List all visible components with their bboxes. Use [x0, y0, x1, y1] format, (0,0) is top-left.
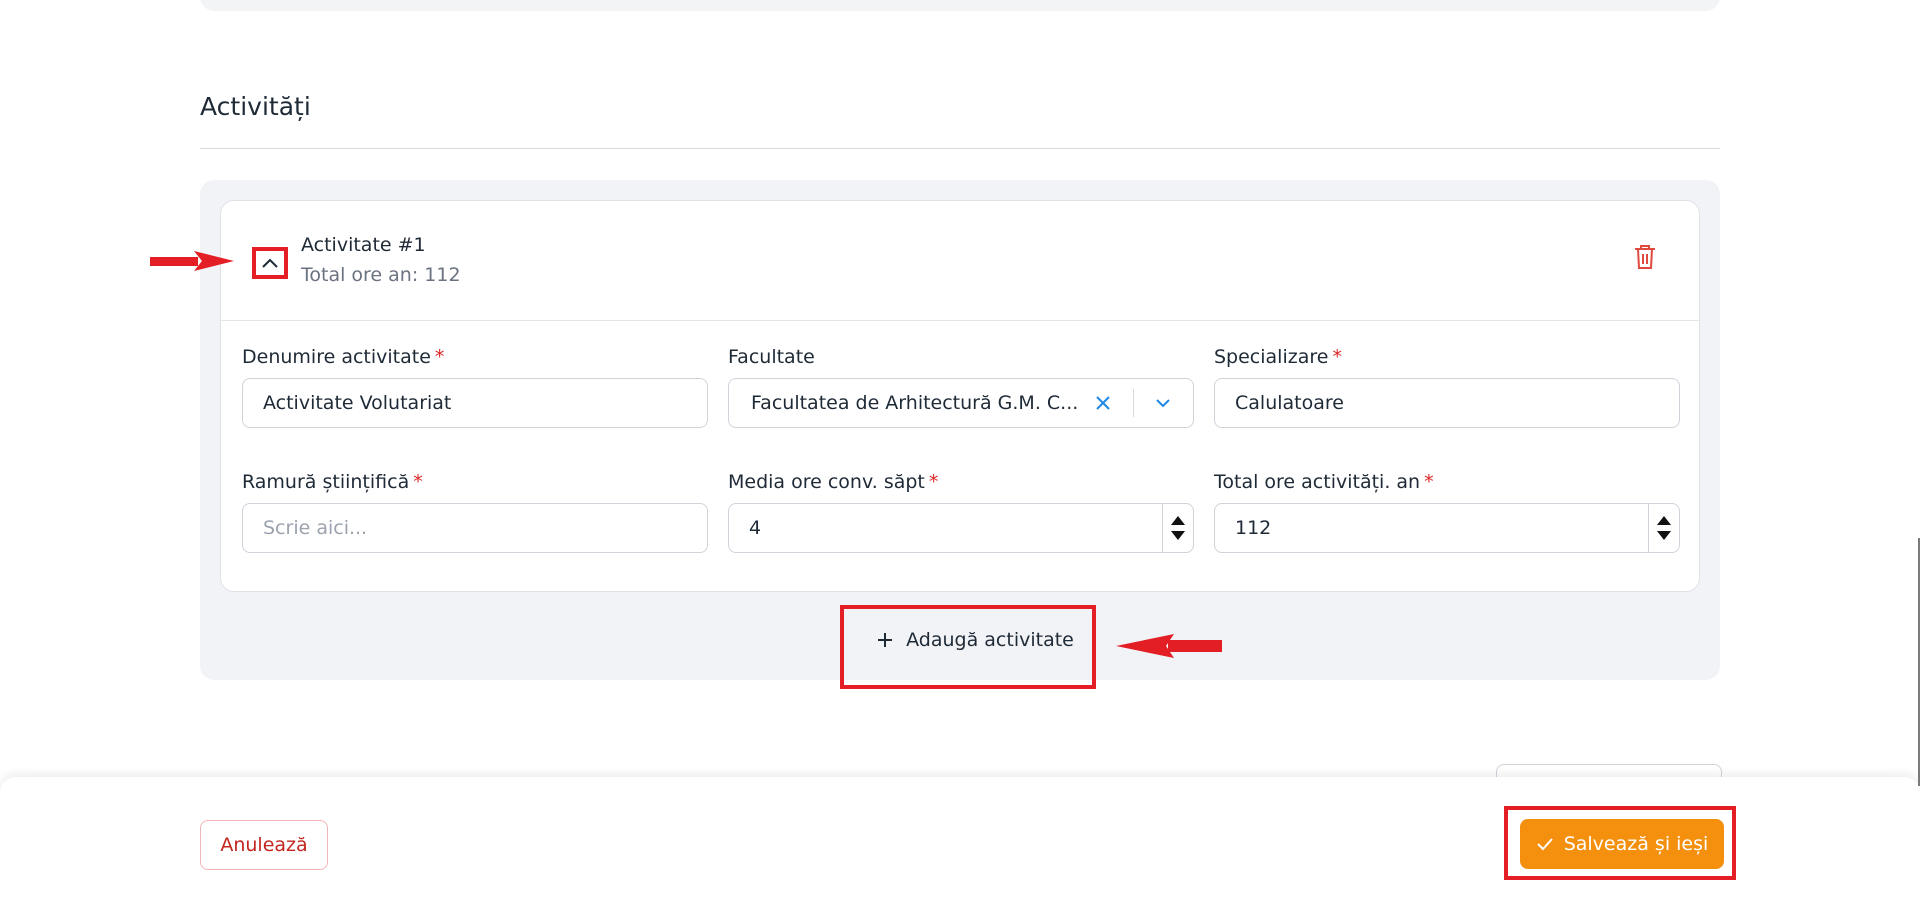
- collapse-toggle-button[interactable]: [252, 247, 288, 279]
- media-stepper[interactable]: [1162, 504, 1193, 552]
- section-divider: [200, 148, 1720, 149]
- annotation-highlight-add: [840, 605, 1096, 689]
- denumire-label: Denumire activitate *: [242, 346, 444, 368]
- activity-title: Activitate #1: [301, 234, 426, 256]
- ramura-label-text: Ramură științifică: [242, 471, 410, 493]
- total-value: 112: [1235, 517, 1272, 539]
- denumire-label-text: Denumire activitate: [242, 346, 431, 368]
- total-stepper[interactable]: [1648, 504, 1679, 552]
- chevron-down-icon: [1156, 399, 1170, 408]
- required-marker: *: [1332, 346, 1342, 368]
- denumire-value: Activitate Volutariat: [263, 392, 452, 414]
- media-label: Media ore conv. săpt *: [728, 471, 938, 493]
- required-marker: *: [1424, 471, 1434, 493]
- delete-activity-button[interactable]: [1632, 243, 1658, 271]
- total-label-text: Total ore activități. an: [1214, 471, 1421, 493]
- required-marker: *: [928, 471, 939, 493]
- specializare-label-text: Specializare: [1214, 346, 1329, 368]
- section-title: Activități: [200, 92, 311, 121]
- select-divider: [1133, 389, 1134, 417]
- specializare-input[interactable]: Calulatoare: [1214, 378, 1680, 428]
- trash-icon: [1635, 245, 1655, 269]
- previous-section-card: [200, 0, 1720, 11]
- denumire-input[interactable]: Activitate Volutariat: [242, 378, 708, 428]
- arrow-icon: [150, 251, 234, 271]
- facultate-value: Facultatea de Arhitectură G.M. C...: [751, 392, 1079, 414]
- arrow-icon: [1116, 634, 1222, 658]
- ramura-label: Ramură științifică *: [242, 471, 423, 493]
- facultate-label: Facultate: [728, 346, 815, 368]
- card-header-divider: [221, 320, 1699, 321]
- total-number-input[interactable]: 112: [1214, 503, 1680, 553]
- total-label: Total ore activități. an *: [1214, 471, 1434, 493]
- required-marker: *: [413, 471, 423, 493]
- increment-icon[interactable]: [1171, 516, 1185, 525]
- activity-total-hours: Total ore an: 112: [301, 264, 461, 286]
- required-marker: *: [434, 346, 445, 368]
- facultate-select[interactable]: Facultatea de Arhitectură G.M. C...: [728, 378, 1194, 428]
- cancel-button[interactable]: Anulează: [200, 820, 328, 870]
- chevron-up-icon: [262, 258, 278, 268]
- ramura-input[interactable]: Scrie aici...: [242, 503, 708, 553]
- media-number-input[interactable]: 4: [728, 503, 1194, 553]
- annotation-highlight-save: [1504, 806, 1736, 880]
- increment-icon[interactable]: [1657, 516, 1671, 525]
- clear-facultate-button[interactable]: [1093, 393, 1113, 413]
- media-value: 4: [749, 517, 762, 539]
- media-label-text: Media ore conv. săpt: [728, 471, 925, 493]
- ramura-placeholder: Scrie aici...: [263, 517, 368, 539]
- facultate-dropdown-button[interactable]: [1153, 393, 1173, 413]
- facultate-label-text: Facultate: [728, 346, 815, 368]
- close-icon: [1096, 396, 1110, 410]
- decrement-icon[interactable]: [1171, 531, 1185, 540]
- decrement-icon[interactable]: [1657, 531, 1671, 540]
- specializare-label: Specializare *: [1214, 346, 1342, 368]
- specializare-value: Calulatoare: [1235, 392, 1344, 414]
